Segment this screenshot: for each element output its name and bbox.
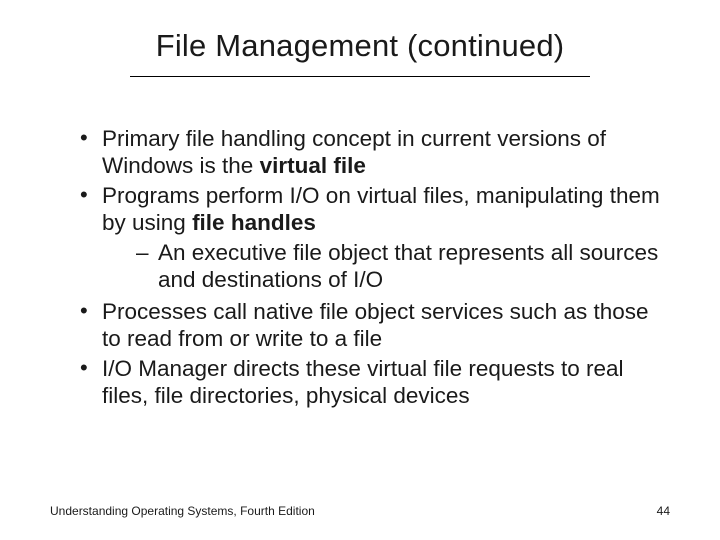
bullet-item: I/O Manager directs these virtual file r… [80,355,670,410]
title-underline [130,76,590,77]
footer: Understanding Operating Systems, Fourth … [50,504,670,518]
bullet-text: I/O Manager directs these virtual file r… [102,356,624,408]
footer-source: Understanding Operating Systems, Fourth … [50,504,315,518]
bullet-item: Primary file handling concept in current… [80,125,670,180]
slide: File Management (continued) Primary file… [0,0,720,540]
slide-body: Primary file handling concept in current… [50,125,670,409]
slide-title: File Management (continued) [50,28,670,64]
bullet-item: Processes call native file object servic… [80,298,670,353]
bullet-bold: virtual file [260,153,366,178]
page-number: 44 [657,504,670,518]
bullet-item: Programs perform I/O on virtual files, m… [80,182,670,294]
bullet-text: Programs perform I/O on virtual files, m… [102,183,660,235]
sub-bullet-list: An executive file object that represents… [102,239,670,294]
sub-bullet-text: An executive file object that represents… [158,240,658,292]
sub-bullet-item: An executive file object that represents… [136,239,670,294]
bullet-text: Processes call native file object servic… [102,299,649,351]
bullet-bold: file handles [192,210,316,235]
bullet-list: Primary file handling concept in current… [50,125,670,409]
